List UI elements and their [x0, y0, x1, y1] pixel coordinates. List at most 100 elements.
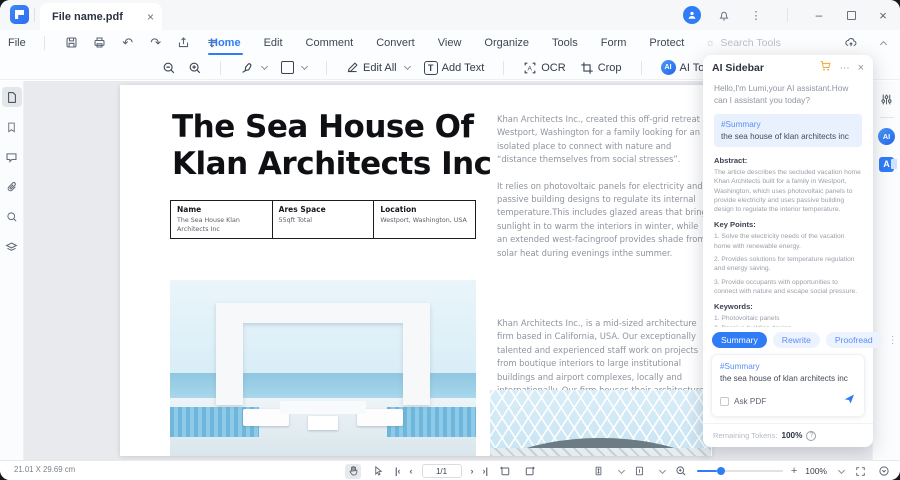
pdf-page[interactable]: The Sea House Of Klan Architects Inc Nam… — [120, 85, 712, 456]
lattice-dome-photo — [490, 390, 711, 456]
ask-pdf-checkbox[interactable] — [720, 396, 729, 406]
zoom-level-chevron-icon[interactable] — [837, 466, 846, 474]
add-text-button[interactable]: T Add Text — [421, 59, 488, 77]
menu-edit[interactable]: Edit — [262, 34, 285, 52]
thumbnails-panel-icon[interactable] — [1, 87, 22, 107]
shape-tool[interactable] — [278, 59, 310, 76]
menu-organize[interactable]: Organize — [482, 34, 531, 52]
layers-panel-icon[interactable] — [2, 237, 22, 257]
menu-comment[interactable]: Comment — [304, 34, 356, 52]
left-panel-rail — [0, 81, 24, 460]
ai-sidebar-icon[interactable]: AI — [877, 126, 897, 146]
menu-bar: File ↶ ↷ Home Edit Comment Convert View … — [0, 30, 900, 55]
properties-sliders-icon[interactable] — [877, 89, 897, 109]
menu-home[interactable]: Home — [208, 34, 243, 55]
tab-title: File name.pdf — [52, 10, 123, 23]
zoom-slider-thumb[interactable] — [717, 467, 726, 475]
key-points-label: Key Points: — [714, 220, 756, 230]
tab-close-icon[interactable]: × — [147, 10, 154, 24]
ask-input-card[interactable]: #Summary the sea house of klan architect… — [711, 354, 865, 417]
tab-divider — [34, 8, 35, 22]
cloud-upload-icon[interactable] — [842, 34, 860, 52]
search-panel-icon[interactable] — [2, 207, 22, 227]
collapse-ribbon-icon[interactable] — [872, 34, 890, 52]
fit-page-icon[interactable] — [632, 464, 648, 479]
tokens-label: Remaining Tokens: — [713, 431, 778, 440]
first-page-button[interactable]: |‹ — [395, 466, 401, 476]
bookmarks-panel-icon[interactable] — [2, 117, 22, 137]
ocr-button[interactable]: A OCR — [520, 59, 568, 77]
menu-tools[interactable]: Tools — [550, 34, 580, 52]
menu-convert[interactable]: Convert — [374, 34, 417, 52]
minimize-button[interactable]: – — [810, 6, 828, 24]
cart-icon[interactable] — [819, 59, 832, 77]
maximize-button[interactable] — [842, 6, 860, 24]
tab-rewrite[interactable]: Rewrite — [772, 332, 820, 348]
select-cursor-icon[interactable] — [370, 464, 386, 479]
fullscreen-icon[interactable] — [852, 464, 868, 479]
ai-sidebar-panel: AI Sidebar ⋯ × Hello,I'm Lumi,your AI as… — [703, 55, 898, 447]
menu-protect[interactable]: Protect — [647, 34, 686, 52]
crop-button[interactable]: Crop — [577, 59, 625, 77]
share-icon[interactable] — [175, 34, 193, 52]
document-title: The Sea House Of Klan Architects Inc — [172, 109, 492, 182]
next-page-button[interactable]: › — [471, 466, 474, 476]
zoom-tool-icon[interactable] — [673, 464, 689, 479]
table-header-location: Location — [380, 205, 417, 214]
tokens-help-icon[interactable]: ? — [806, 430, 817, 441]
keyword-1: 1. Photovoltaic panels — [714, 315, 780, 323]
collapse-statusbar-icon[interactable] — [876, 464, 892, 479]
rotate-right-icon[interactable] — [522, 464, 538, 479]
previous-page-button[interactable]: ‹ — [410, 466, 413, 476]
table-header-name: Name — [177, 205, 202, 214]
attachments-panel-icon[interactable] — [2, 177, 22, 197]
file-menu[interactable]: File — [8, 37, 26, 49]
seaside-pavilion-photo — [170, 280, 476, 456]
send-icon[interactable] — [843, 392, 856, 410]
tabs-kebab-icon[interactable]: ⋮ — [888, 335, 899, 346]
fit-page-chevron-icon[interactable] — [658, 466, 666, 474]
search-tools[interactable]: ☼ Search Tools — [705, 37, 781, 49]
summary-chip[interactable]: #Summary the sea house of klan architect… — [714, 114, 862, 147]
page-indicator-input[interactable]: 1/1 — [421, 464, 462, 478]
rotate-left-icon[interactable] — [497, 464, 513, 479]
main-menu: Home Edit Comment Convert View Organize … — [208, 30, 781, 55]
zoom-out-icon[interactable] — [160, 59, 178, 77]
scroll-mode-chevron-icon[interactable] — [617, 466, 625, 474]
input-chip-text: the sea house of klan architects inc — [720, 374, 848, 383]
panel-close-icon[interactable]: × — [858, 62, 864, 74]
save-icon[interactable] — [63, 34, 81, 52]
key-point-2: 2. Provides solutions for temperature re… — [714, 256, 855, 273]
close-window-button[interactable]: × — [874, 6, 892, 24]
panel-more-icon[interactable]: ⋯ — [840, 63, 850, 74]
edit-all-button[interactable]: Edit All — [343, 59, 413, 76]
hand-pan-tool-icon[interactable] — [345, 463, 361, 479]
svg-text:A: A — [528, 65, 533, 72]
scroll-mode-icon[interactable] — [591, 464, 607, 479]
app-window: File name.pdf × ⋮ – × File ↶ ↷ Home Edit… — [0, 0, 900, 480]
redo-icon[interactable]: ↷ — [147, 34, 165, 52]
document-info-table: Name The Sea House Klan Architects Inc A… — [170, 200, 476, 239]
abstract-text: The article describes the secluded vacat… — [714, 169, 861, 214]
tab-summary[interactable]: Summary — [712, 332, 767, 348]
undo-icon[interactable]: ↶ — [119, 34, 137, 52]
notifications-bell-icon[interactable] — [715, 6, 733, 24]
menu-form[interactable]: Form — [599, 34, 629, 52]
zoom-level-value[interactable]: 100% — [805, 466, 827, 476]
key-point-1: 1. Solve the electricity needs of the va… — [714, 233, 845, 250]
print-icon[interactable] — [91, 34, 109, 52]
menu-view[interactable]: View — [436, 34, 464, 52]
summary-chip-text: the sea house of klan architects inc — [721, 132, 849, 141]
highlighter-tool[interactable] — [237, 59, 270, 77]
zoom-slider[interactable] — [696, 467, 783, 475]
zoom-in-step-button[interactable]: + — [791, 465, 797, 477]
table-value-location: Westport, Washington, USA — [380, 217, 467, 224]
more-options-kebab-icon[interactable]: ⋮ — [747, 6, 765, 24]
tab-proofread[interactable]: Proofread — [825, 332, 882, 348]
zoom-in-icon[interactable] — [186, 59, 204, 77]
comments-panel-icon[interactable] — [2, 147, 22, 167]
user-avatar[interactable] — [683, 6, 701, 24]
translate-icon[interactable]: A — [877, 154, 897, 174]
document-tab[interactable]: File name.pdf × — [40, 3, 162, 30]
last-page-button[interactable]: ›| — [483, 466, 489, 476]
